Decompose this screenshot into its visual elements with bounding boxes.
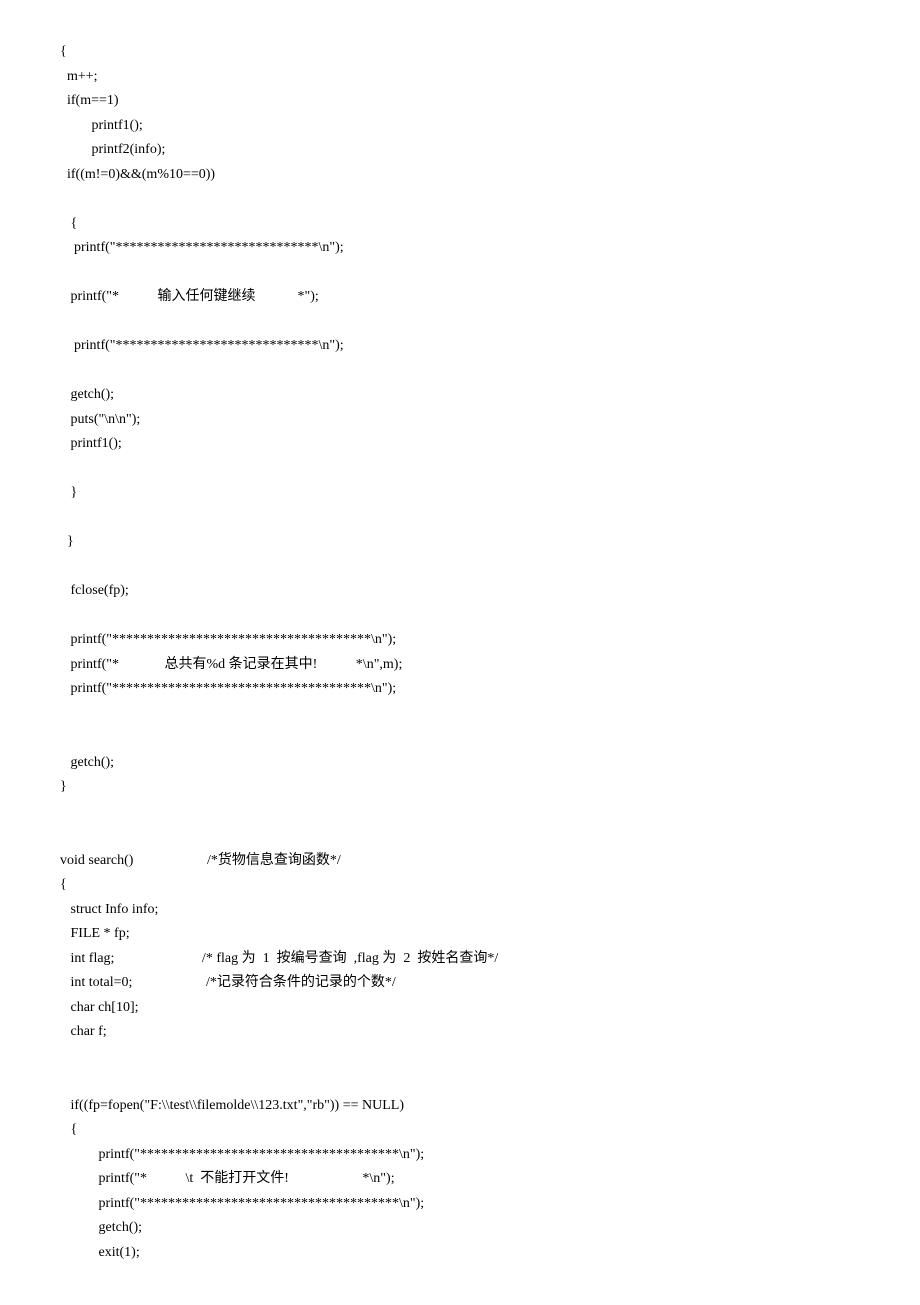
code-line (60, 824, 860, 849)
code-line: printf("* \t 不能打开文件! *\n"); (60, 1167, 860, 1192)
code-line: exit(1); (60, 1241, 860, 1266)
code-line: } (60, 481, 860, 506)
code-line: void search() /*货物信息查询函数*/ (60, 849, 860, 874)
code-line: { (60, 873, 860, 898)
code-line: printf("********************************… (60, 1192, 860, 1217)
code-line: printf1(); (60, 114, 860, 139)
code-line (60, 555, 860, 580)
code-line: char f; (60, 1020, 860, 1045)
code-line: if((m!=0)&&(m%10==0)) (60, 163, 860, 188)
code-line: printf1(); (60, 432, 860, 457)
code-line (60, 187, 860, 212)
code-line: struct Info info; (60, 898, 860, 923)
code-line: { (60, 40, 860, 65)
code-line (60, 1045, 860, 1070)
code-line (60, 1069, 860, 1094)
code-line: } (60, 530, 860, 555)
code-line: int flag; /* flag 为 1 按编号查询 ,flag 为 2 按姓… (60, 947, 860, 972)
code-line: fclose(fp); (60, 579, 860, 604)
code-line: } (60, 775, 860, 800)
code-line (60, 506, 860, 531)
code-line: printf("********************************… (60, 1143, 860, 1168)
code-line: char ch[10]; (60, 996, 860, 1021)
code-line: if((fp=fopen("F:\\test\\filemolde\\123.t… (60, 1094, 860, 1119)
code-line: puts("\n\n"); (60, 408, 860, 433)
code-line: getch(); (60, 751, 860, 776)
code-line (60, 310, 860, 335)
code-line: getch(); (60, 383, 860, 408)
code-line (60, 800, 860, 825)
code-line: printf("*****************************\n"… (60, 236, 860, 261)
code-document: { m++; if(m==1) printf1(); printf2(info)… (0, 0, 920, 1305)
code-line: int total=0; /*记录符合条件的记录的个数*/ (60, 971, 860, 996)
code-line: printf("* 总共有%d 条记录在其中! *\n",m); (60, 653, 860, 678)
code-line (60, 702, 860, 727)
code-line (60, 261, 860, 286)
code-line: printf("********************************… (60, 677, 860, 702)
code-line: FILE * fp; (60, 922, 860, 947)
code-line: if(m==1) (60, 89, 860, 114)
code-line (60, 457, 860, 482)
code-line: { (60, 1118, 860, 1143)
code-line (60, 604, 860, 629)
code-line: { (60, 212, 860, 237)
code-line: printf("* 输入任何键继续 *"); (60, 285, 860, 310)
code-line (60, 359, 860, 384)
code-line: printf("********************************… (60, 628, 860, 653)
code-block: { m++; if(m==1) printf1(); printf2(info)… (60, 40, 860, 1265)
code-line: getch(); (60, 1216, 860, 1241)
code-line: printf("*****************************\n"… (60, 334, 860, 359)
code-line: printf2(info); (60, 138, 860, 163)
code-line: m++; (60, 65, 860, 90)
code-line (60, 726, 860, 751)
